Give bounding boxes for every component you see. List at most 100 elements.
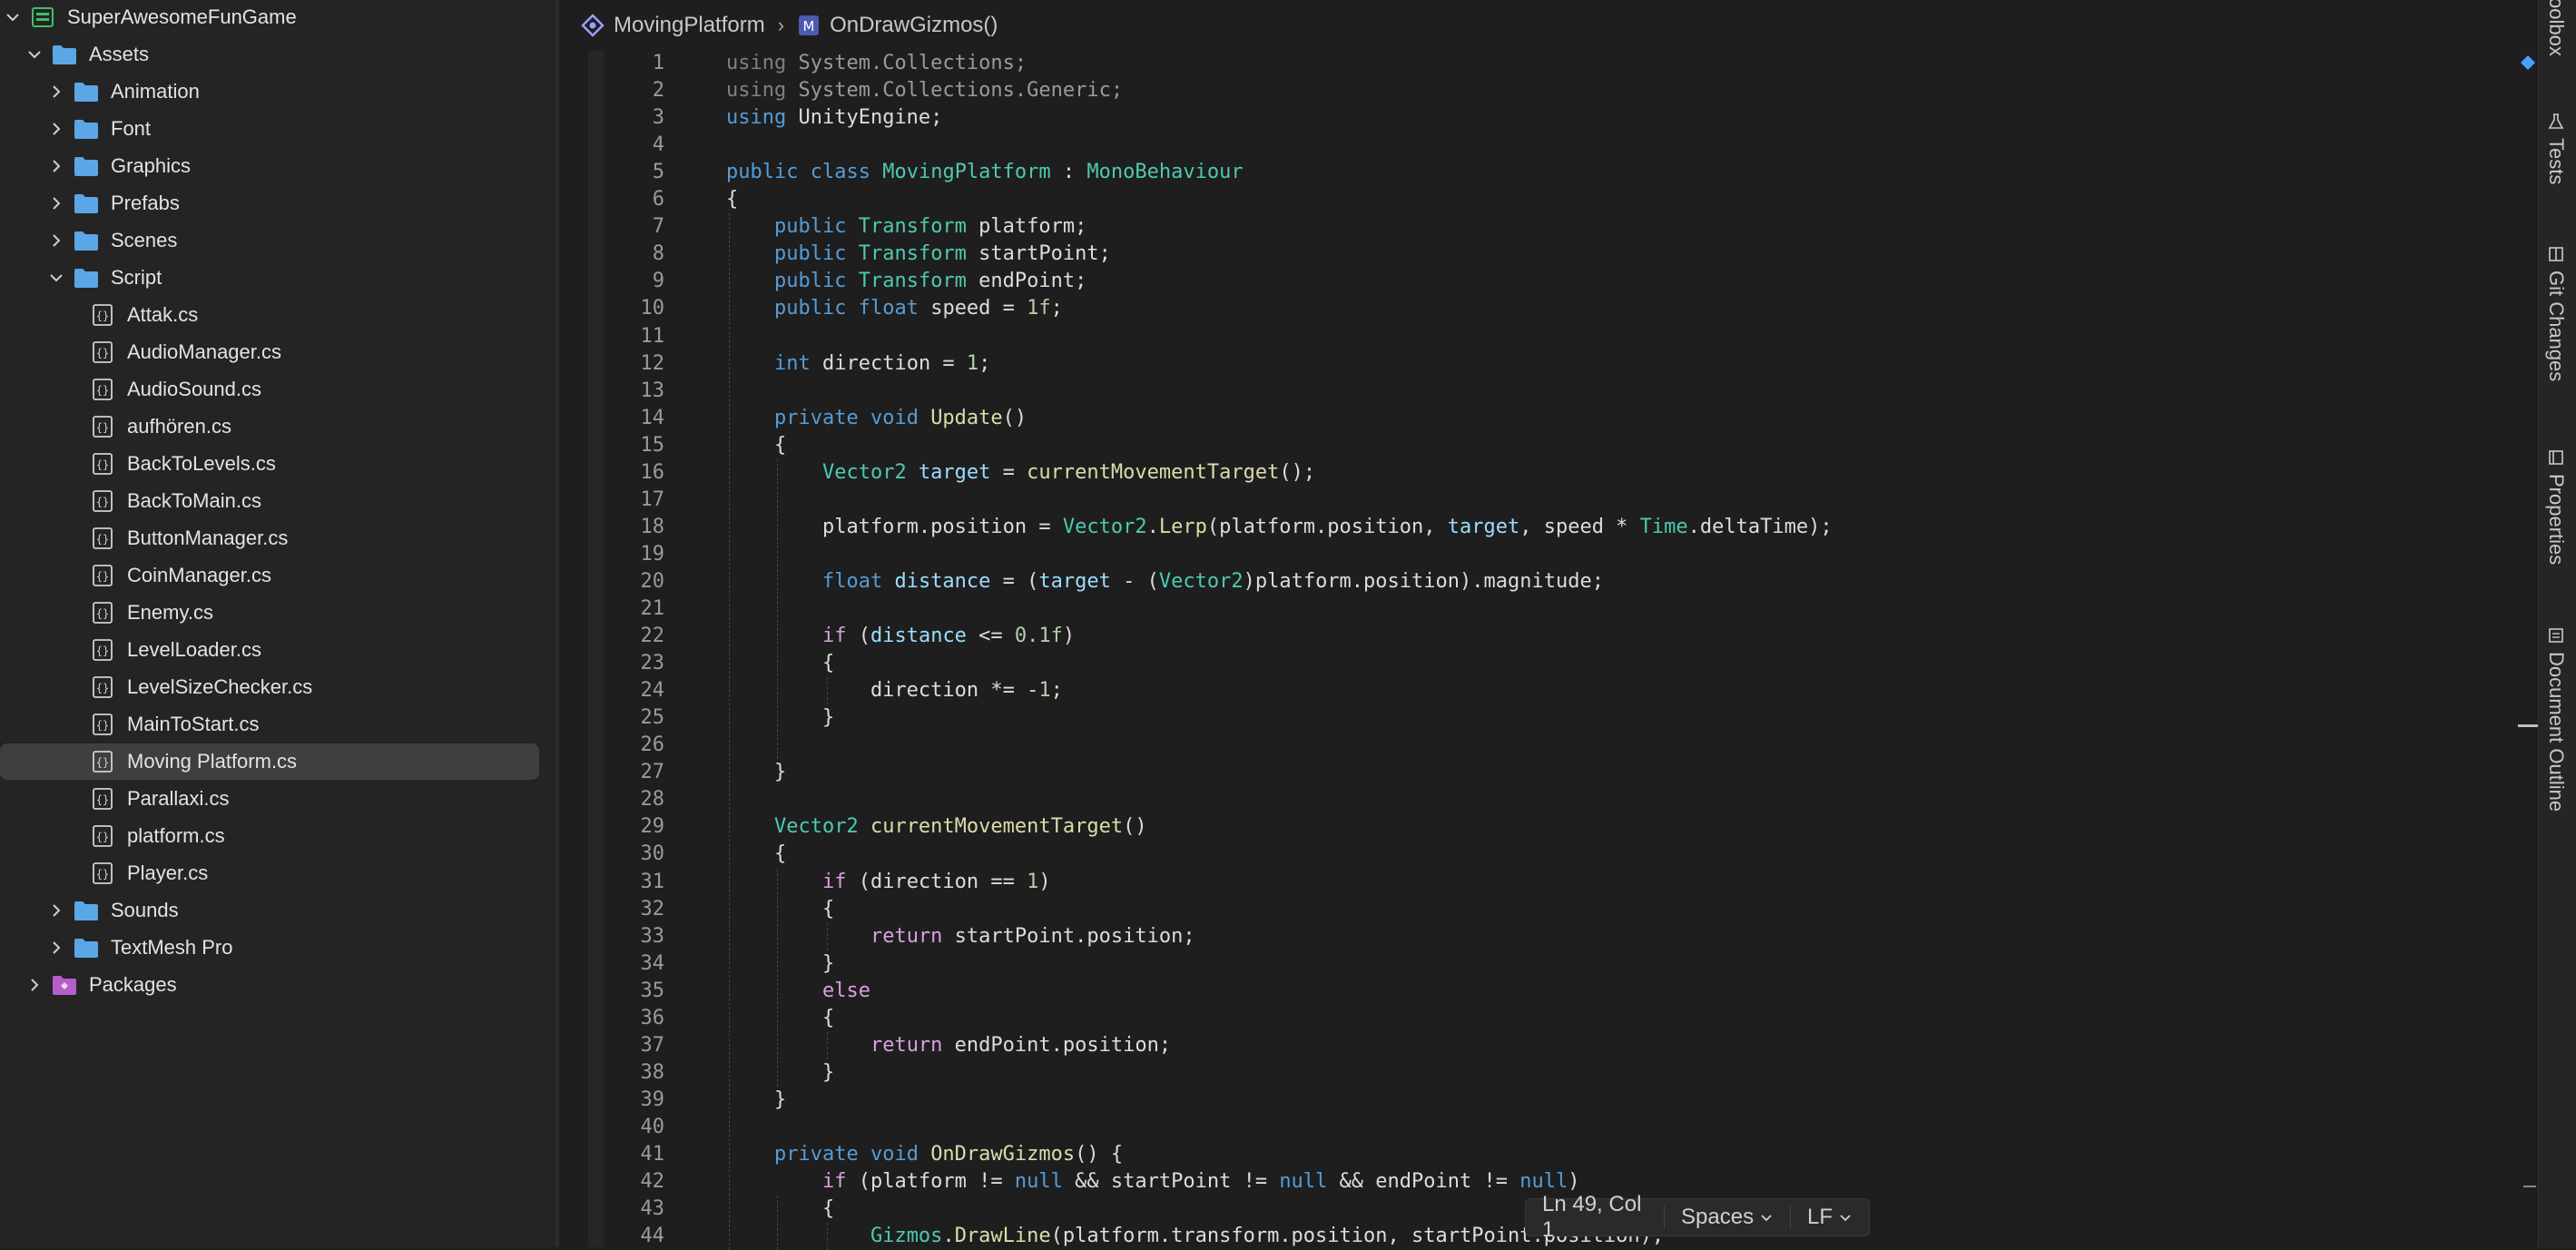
chevron-right-icon[interactable] (47, 939, 65, 957)
code-line[interactable]: 40 (559, 1114, 2465, 1141)
file-item[interactable]: {} Parallaxi.cs (0, 781, 539, 817)
code-line[interactable]: 8 public Transform startPoint; (559, 241, 2465, 268)
tab-toolbox[interactable]: Toolbox (2544, 0, 2568, 56)
code-line[interactable]: 31 if (direction == 1) (559, 869, 2465, 896)
code-line[interactable]: 39 } (559, 1087, 2465, 1114)
cursor-position[interactable]: Ln 49, Col 1 (1526, 1192, 1664, 1243)
code-line[interactable]: 22 if (distance <= 0.1f) (559, 623, 2465, 650)
code-line[interactable]: 29 Vector2 currentMovementTarget() (559, 813, 2465, 841)
chevron-right-icon[interactable] (47, 901, 65, 920)
folder-scenes[interactable]: Scenes (0, 222, 539, 259)
code-line[interactable]: 2 using System.Collections.Generic; (559, 77, 2465, 104)
code-line[interactable]: 6{ (559, 186, 2465, 213)
code-line[interactable]: 3 using UnityEngine; (559, 104, 2465, 132)
code-line[interactable]: 1 using System.Collections; (559, 50, 2465, 77)
code-line[interactable]: 24 direction *= -1; (559, 677, 2465, 704)
code-line[interactable]: 30 { (559, 841, 2465, 868)
code-line[interactable]: 17 (559, 487, 2465, 514)
code-line[interactable]: 18 platform.position = Vector2.Lerp(plat… (559, 514, 2465, 541)
chevron-down-icon[interactable] (47, 269, 65, 287)
line-ending-dropdown[interactable]: LF (1791, 1205, 1869, 1230)
folder-animation[interactable]: Animation (0, 74, 539, 110)
folder-icon (73, 229, 100, 252)
folder-sounds[interactable]: Sounds (0, 892, 539, 929)
file-item[interactable]: {} BackToMain.cs (0, 483, 539, 519)
chevron-right-icon[interactable] (47, 231, 65, 250)
folder-assets[interactable]: Assets (0, 36, 539, 73)
chevron-down-icon[interactable] (25, 45, 44, 64)
file-item[interactable]: {} Enemy.cs (0, 595, 539, 631)
code-line[interactable]: 4 (559, 132, 2465, 159)
indent-dropdown[interactable]: Spaces (1665, 1205, 1790, 1230)
code-line[interactable]: 41 private void OnDrawGizmos() { (559, 1141, 2465, 1168)
chevron-right-icon[interactable] (47, 157, 65, 175)
folder-textmesh-pro[interactable]: TextMesh Pro (0, 930, 539, 966)
code-line[interactable]: 35 else (559, 978, 2465, 1005)
breadcrumb-method[interactable]: OnDrawGizmos() (830, 13, 998, 38)
chevron-right-icon[interactable] (47, 194, 65, 212)
code-line[interactable]: 37 return endPoint.position; (559, 1032, 2465, 1059)
package-folder-icon (51, 973, 78, 997)
file-item[interactable]: {} ButtonManager.cs (0, 520, 539, 556)
code-line[interactable]: 20 float distance = (target - (Vector2)p… (559, 568, 2465, 595)
code-line[interactable]: 9 public Transform endPoint; (559, 268, 2465, 295)
code-editor[interactable]: MovingPlatform › M OnDrawGizmos() 1 using… (559, 0, 2520, 1250)
code-line[interactable]: 19 (559, 541, 2465, 568)
file-item[interactable]: {} Attak.cs (0, 297, 539, 333)
code-line[interactable]: 12 int direction = 1; (559, 350, 2465, 378)
code-line[interactable]: 36 { (559, 1005, 2465, 1032)
file-item[interactable]: {} LevelSizeChecker.cs (0, 669, 539, 705)
code-line[interactable]: 14 private void Update() (559, 405, 2465, 432)
tab-tests[interactable]: Tests (2544, 113, 2568, 184)
code-line[interactable]: 34 } (559, 950, 2465, 978)
svg-text:{}: {} (96, 831, 109, 843)
code-line[interactable]: 43 { (559, 1196, 2465, 1223)
code-line[interactable]: 10 public float speed = 1f; (559, 295, 2465, 322)
code-line[interactable]: 7 public Transform platform; (559, 213, 2465, 241)
folder-script[interactable]: Script (0, 260, 539, 296)
code-line[interactable]: 28 (559, 786, 2465, 813)
file-item[interactable]: {} Player.cs (0, 855, 539, 891)
svg-text:{}: {} (96, 347, 109, 359)
code-line[interactable]: 21 (559, 595, 2465, 623)
code-line[interactable]: 26 (559, 732, 2465, 759)
tab-properties[interactable]: Properties (2544, 448, 2568, 565)
code-line[interactable]: 13 (559, 378, 2465, 405)
folder-prefabs[interactable]: Prefabs (0, 185, 539, 221)
file-item[interactable]: {} AudioSound.cs (0, 371, 539, 408)
project-root[interactable]: SuperAwesomeFunGame (0, 0, 539, 35)
file-item[interactable]: {} MainToStart.cs (0, 706, 539, 743)
code-line[interactable]: 5 public class MovingPlatform : MonoBehav… (559, 159, 2465, 186)
folder-font[interactable]: Font (0, 111, 539, 147)
file-item[interactable]: {} aufhören.cs (0, 408, 539, 445)
code-line[interactable]: 16 Vector2 target = currentMovementTarge… (559, 459, 2465, 487)
code-line[interactable]: 15 { (559, 432, 2465, 459)
code-line[interactable]: 27 } (559, 759, 2465, 786)
file-item[interactable]: {} AudioManager.cs (0, 334, 539, 370)
code-line[interactable]: 44 Gizmos.DrawLine(platform.transform.po… (559, 1223, 2465, 1250)
code-line[interactable]: 32 { (559, 896, 2465, 923)
chevron-right-icon[interactable] (25, 976, 44, 994)
code-line[interactable]: 25 } (559, 704, 2465, 732)
code-line[interactable]: 11 (559, 323, 2465, 350)
file-item[interactable]: {} CoinManager.cs (0, 557, 539, 594)
code-line[interactable]: 33 return startPoint.position; (559, 923, 2465, 950)
tab-document-outline[interactable]: Document Outline (2544, 626, 2568, 812)
scrollbar-thumb[interactable] (2518, 724, 2540, 727)
tab-git-changes[interactable]: Git Changes (2544, 245, 2568, 381)
breadcrumb-class[interactable]: MovingPlatform (614, 13, 765, 38)
code-line[interactable]: 23 { (559, 650, 2465, 677)
file-item-selected[interactable]: {} Moving Platform.cs (0, 743, 539, 780)
chevron-down-icon[interactable] (4, 8, 22, 26)
folder-packages[interactable]: Packages (0, 967, 539, 1003)
chevron-right-icon[interactable] (47, 120, 65, 138)
chevron-right-icon[interactable] (47, 83, 65, 101)
code-token: platform; (966, 215, 1087, 239)
code-line[interactable]: 42 if (platform != null && startPoint !=… (559, 1168, 2465, 1196)
file-item[interactable]: {} BackToLevels.cs (0, 446, 539, 482)
folder-graphics[interactable]: Graphics (0, 148, 539, 184)
file-item[interactable]: {} LevelLoader.cs (0, 632, 539, 668)
code-line[interactable]: 38 } (559, 1059, 2465, 1087)
file-item[interactable]: {} platform.cs (0, 818, 539, 854)
